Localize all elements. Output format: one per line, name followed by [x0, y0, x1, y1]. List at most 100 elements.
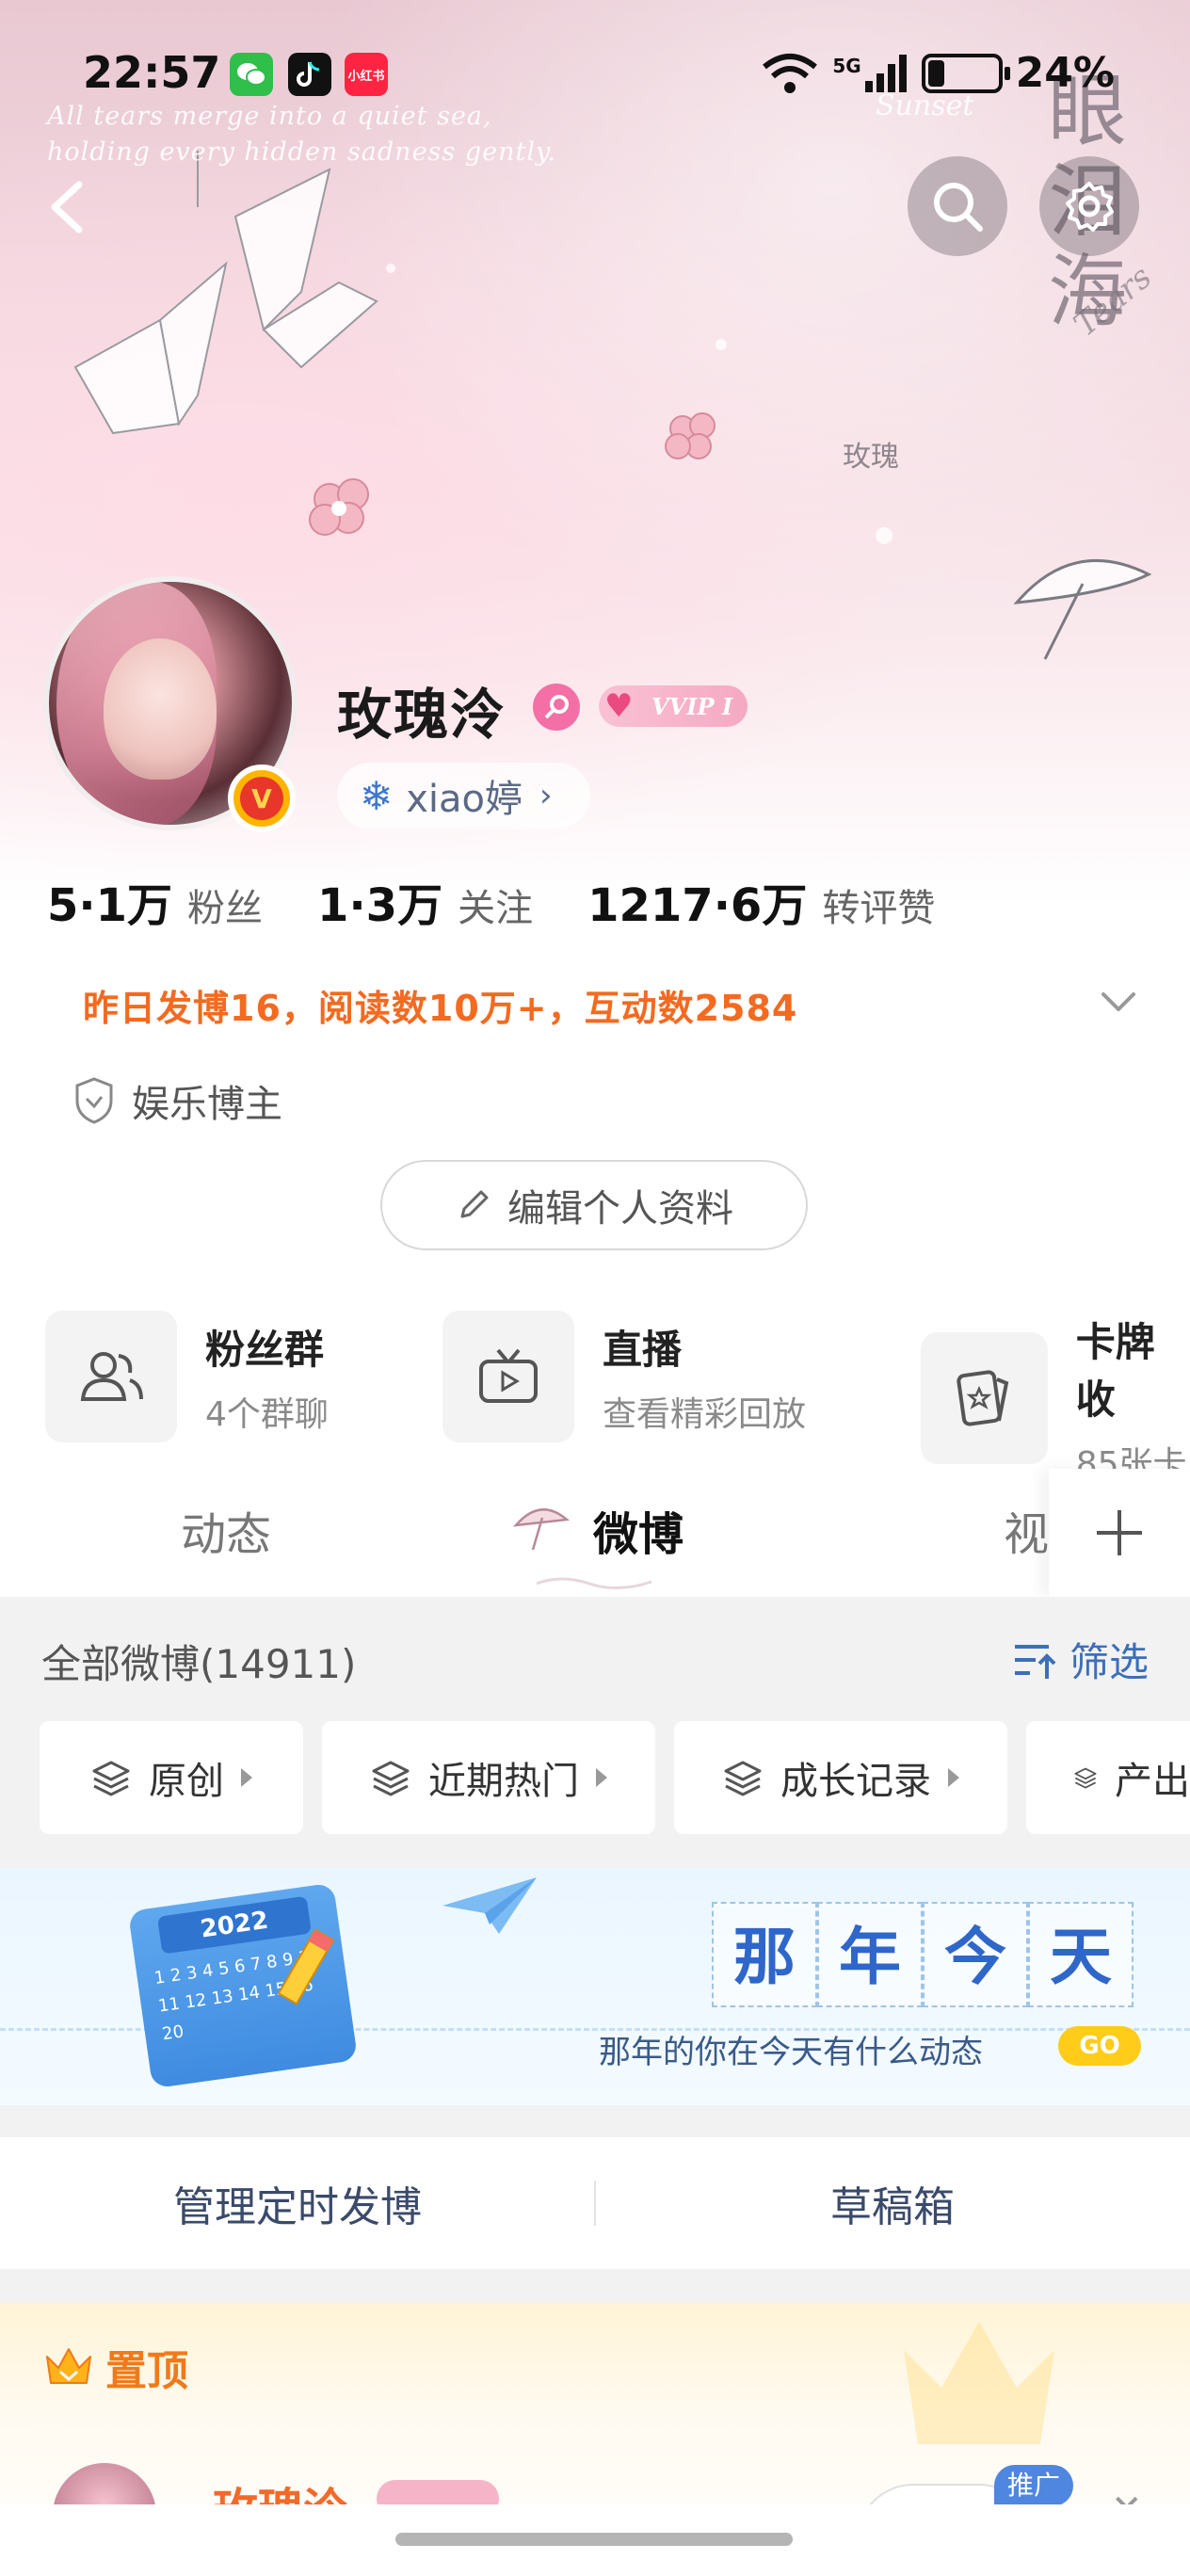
chip-label: 近期热门	[428, 1760, 579, 1803]
layers-icon	[724, 1761, 762, 1796]
edit-profile-button[interactable]: 编辑个人资料	[380, 1160, 808, 1250]
category-label: 娱乐博主	[132, 1083, 282, 1126]
stat-number: 1·3万	[317, 879, 443, 932]
on-this-day-banner[interactable]: 2022 1 2 3 4 5 6 7 8 9 10 11 12 13 14 15…	[0, 1868, 1190, 2105]
shield-icon	[75, 1077, 113, 1124]
crown-icon	[46, 2348, 91, 2384]
scheduled-posts-button[interactable]: 管理定时发博	[0, 2137, 595, 2269]
shortcut-text: 直播 查看精彩回放	[603, 1318, 806, 1436]
manage-row: 管理定时发博 草稿箱	[0, 2137, 1190, 2269]
sparkle	[716, 339, 727, 350]
battery-fill	[927, 59, 944, 87]
on-this-day-subtitle: 那年的你在今天有什么动态	[599, 2034, 983, 2071]
chevron-down-icon[interactable]	[1096, 979, 1141, 1024]
stat-following[interactable]: 1·3万 关注	[317, 868, 533, 934]
chevron-right-icon: ›	[539, 777, 553, 814]
layers-icon	[92, 1761, 130, 1796]
triangle-right-icon	[241, 1768, 252, 1787]
status-bar: 22:57 小红书 5G 24%	[0, 0, 1190, 151]
flower-illustration	[309, 478, 369, 536]
gesture-bar	[0, 2504, 1190, 2576]
battery-icon	[921, 53, 1010, 93]
shortcut-card-collection[interactable]: 卡牌收 85张卡	[921, 1311, 1190, 1486]
signal-icon	[864, 54, 907, 92]
shortcut-subtitle: 4个群聊	[205, 1394, 329, 1434]
chip-original[interactable]: 原创	[40, 1721, 303, 1834]
shortcut-title: 直播	[603, 1326, 683, 1373]
shortcut-live[interactable]: 直播 查看精彩回放	[442, 1311, 806, 1442]
blogger-category[interactable]: 娱乐博主	[73, 1073, 282, 1128]
gear-icon	[1066, 182, 1114, 232]
tab-dynamics[interactable]: 动态	[181, 1497, 271, 1563]
chevron-left-icon	[51, 181, 83, 233]
paper-crane-illustration	[73, 151, 378, 435]
search-icon	[934, 183, 983, 232]
banner-rose-text: 玫瑰	[843, 441, 899, 474]
xiaohongshu-icon: 小红书	[345, 53, 388, 96]
fan-tag-label: xiao婷	[406, 778, 523, 821]
fan-tag-pill[interactable]: ❄ xiao婷 ›	[337, 763, 590, 829]
chip-output[interactable]: 产出	[1026, 1721, 1190, 1834]
stat-interactions[interactable]: 1217·6万 转评赞	[587, 868, 935, 934]
search-button[interactable]	[908, 156, 1007, 256]
all-posts-count: 全部微博(14911)	[41, 1641, 357, 1687]
daily-summary[interactable]: 昨日发博16，阅读数10万+，互动数2584	[83, 979, 797, 1031]
on-this-day-title: 那 年 今 天	[712, 1902, 1134, 2007]
pinned-label: 置顶	[105, 2347, 188, 2395]
shortcut-title: 粉丝群	[205, 1326, 325, 1373]
triangle-right-icon	[948, 1768, 959, 1787]
chip-growth-record[interactable]: 成长记录	[674, 1721, 1007, 1834]
settings-button[interactable]	[1039, 156, 1139, 256]
shortcut-text: 粉丝群 4个群聊	[205, 1318, 329, 1436]
title-char: 那	[712, 1902, 817, 2007]
wechat-icon	[230, 53, 273, 96]
battery-percent: 24%	[1015, 49, 1115, 97]
plus-icon	[1097, 1510, 1142, 1555]
tab-weibo[interactable]: 微博	[593, 1497, 683, 1563]
tab-video[interactable]: 视	[1004, 1497, 1049, 1563]
chip-label: 原创	[149, 1760, 224, 1803]
stat-label: 粉丝	[187, 887, 264, 930]
female-gender-icon	[533, 684, 580, 731]
title-char: 天	[1028, 1902, 1134, 2007]
fans-group-icon	[45, 1311, 177, 1442]
verified-badge: V	[228, 765, 296, 832]
drafts-button[interactable]: 草稿箱	[595, 2137, 1190, 2269]
sparkle	[876, 527, 892, 544]
promotion-tag: 推广	[994, 2465, 1074, 2506]
card-collection-icon	[921, 1332, 1048, 1464]
stat-label: 转评赞	[822, 887, 936, 930]
umbrella-illustration	[1013, 559, 1152, 660]
edit-profile-label: 编辑个人资料	[507, 1187, 733, 1231]
xiaohongshu-label: 小红书	[347, 69, 385, 84]
chip-label: 成长记录	[780, 1760, 931, 1803]
network-type: 5G	[832, 54, 861, 77]
go-button[interactable]: GO	[1058, 2026, 1141, 2066]
username: 玫瑰泠	[337, 683, 507, 747]
stat-number: 5·1万	[47, 879, 173, 932]
home-indicator[interactable]	[395, 2533, 793, 2546]
live-tv-icon	[442, 1311, 574, 1442]
profile-tabs: 动态 微博 视	[0, 1469, 1190, 1597]
status-right: 5G 24%	[761, 49, 1115, 97]
pinned-header: 置顶	[43, 2337, 188, 2397]
heart-icon: ♥	[604, 687, 634, 725]
triangle-right-icon	[596, 1768, 607, 1787]
filter-button[interactable]: 筛选	[1011, 1631, 1149, 1688]
profile-stats: 5·1万 粉丝 1·3万 关注 1217·6万 转评赞	[47, 868, 989, 934]
umbrella-tab-icon	[512, 1508, 571, 1551]
back-button[interactable]	[34, 160, 100, 254]
chip-recent-hot[interactable]: 近期热门	[322, 1721, 655, 1834]
layers-icon	[1074, 1767, 1097, 1789]
paper-plane-icon	[442, 1877, 537, 1934]
shortcut-fans-group[interactable]: 粉丝群 4个群聊	[45, 1311, 329, 1442]
shortcut-title: 卡牌收	[1075, 1319, 1155, 1423]
stat-fans[interactable]: 5·1万 粉丝	[47, 868, 263, 934]
add-tab-button[interactable]	[1049, 1469, 1190, 1597]
layers-icon	[372, 1761, 410, 1796]
flower-illustration	[665, 412, 716, 459]
shortcut-subtitle: 查看精彩回放	[603, 1394, 807, 1434]
vvip-badge[interactable]: ♥ VVIP I	[599, 685, 748, 727]
shortcut-text: 卡牌收 85张卡	[1076, 1311, 1190, 1486]
pencil-illustration	[277, 1928, 335, 2005]
